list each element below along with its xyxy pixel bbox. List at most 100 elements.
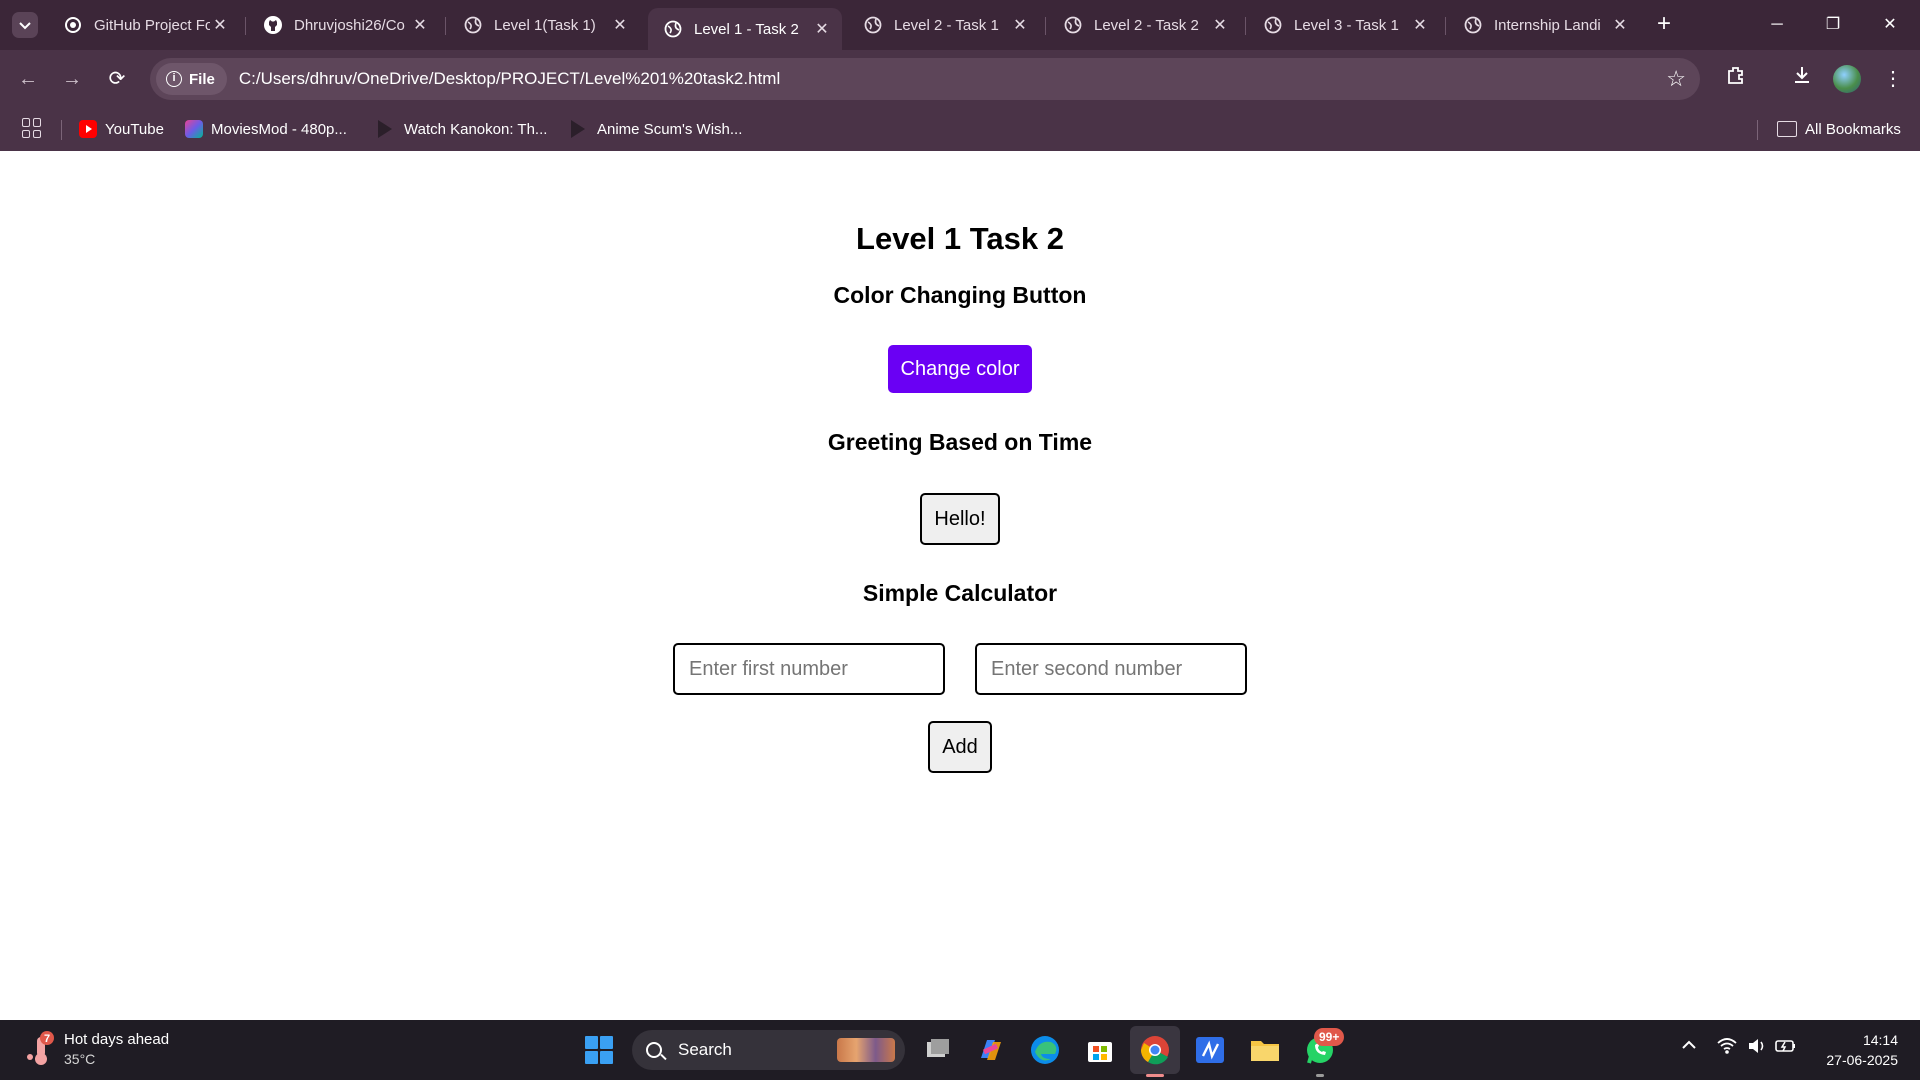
store-icon[interactable]: [1082, 1032, 1118, 1068]
extensions-icon[interactable]: [1721, 64, 1751, 94]
close-icon[interactable]: ✕: [210, 15, 230, 35]
bookmark-label: MoviesMod - 480p...: [211, 120, 347, 138]
info-icon: i: [166, 71, 182, 87]
reload-icon[interactable]: ⟳: [103, 65, 131, 93]
globe-icon: [1464, 16, 1482, 34]
hello-button[interactable]: Hello!: [920, 493, 1000, 545]
search-highlight-image: [837, 1038, 895, 1062]
tab-strip: GitHub Project Fo ✕ Dhruvjoshi26/Co ✕ Le…: [0, 0, 1920, 50]
windows-start-icon[interactable]: [585, 1036, 613, 1064]
bookmark-moviesmod[interactable]: MoviesMod - 480p...: [185, 116, 347, 142]
close-icon[interactable]: ✕: [410, 15, 430, 35]
tab-divider: [445, 17, 446, 35]
bookmark-label: Anime Scum's Wish...: [597, 120, 743, 138]
clock-time: 14:14: [1862, 1032, 1898, 1048]
chevron-up-icon[interactable]: [1680, 1036, 1698, 1059]
more-menu-icon[interactable]: ⋮: [1878, 64, 1908, 94]
close-icon[interactable]: ✕: [1210, 15, 1230, 35]
weather-alert-count: 7: [44, 1033, 50, 1045]
restore-icon[interactable]: ❐: [1818, 10, 1848, 40]
url-text[interactable]: C:/Users/dhruv/OneDrive/Desktop/PROJECT/…: [239, 69, 780, 89]
forward-arrow-icon[interactable]: →: [58, 65, 86, 93]
weather-thermometer-icon[interactable]: 7: [26, 1031, 54, 1067]
visual-studio-icon[interactable]: [1192, 1032, 1228, 1068]
close-icon[interactable]: ✕: [1610, 15, 1630, 35]
tab-internship-landing[interactable]: Internship Landi ✕: [1448, 8, 1640, 42]
minimize-icon[interactable]: ─: [1762, 10, 1792, 40]
tab-level1-task2[interactable]: Level 1 - Task 2 ✕: [648, 8, 842, 50]
tab-search-button[interactable]: [12, 12, 38, 38]
tab-level2-task2[interactable]: Level 2 - Task 2 ✕: [1048, 8, 1240, 42]
browser-chrome: GitHub Project Fo ✕ Dhruvjoshi26/Co ✕ Le…: [0, 0, 1920, 151]
battery-charging-icon[interactable]: [1774, 1036, 1798, 1061]
tab-title: GitHub Project Fo: [94, 16, 210, 34]
scheme-label: File: [189, 70, 215, 88]
bookmark-star-icon[interactable]: ☆: [1666, 66, 1686, 92]
search-label: Search: [678, 1040, 732, 1059]
task-view-icon[interactable]: [920, 1032, 956, 1068]
tab-title: Level 2 - Task 2: [1094, 16, 1199, 34]
tab-level2-task1[interactable]: Level 2 - Task 1 ✕: [848, 8, 1040, 42]
folder-icon: [1777, 121, 1797, 137]
first-number-input[interactable]: [673, 643, 945, 695]
youtube-icon: [79, 120, 97, 138]
copilot-icon[interactable]: [973, 1032, 1009, 1068]
new-tab-button[interactable]: +: [1652, 12, 1676, 38]
browser-toolbar: ← → ⟳ i File C:/Users/dhruv/OneDrive/Des…: [0, 50, 1920, 108]
close-icon[interactable]: ✕: [812, 19, 832, 39]
taskbar-search-box[interactable]: Search: [632, 1030, 905, 1070]
all-bookmarks-label: All Bookmarks: [1805, 120, 1901, 138]
bookmarks-bar: YouTube MoviesMod - 480p... Watch Kanoko…: [0, 108, 1920, 151]
system-clock[interactable]: 14:14 27-06-2025: [1826, 1030, 1898, 1070]
clock-date: 27-06-2025: [1826, 1052, 1898, 1068]
close-window-icon[interactable]: ✕: [1875, 10, 1905, 40]
tab-divider: [1045, 17, 1046, 35]
moviesmod-icon: [185, 120, 203, 138]
chrome-running-indicator: [1146, 1074, 1164, 1077]
file-explorer-icon[interactable]: [1247, 1032, 1283, 1068]
second-number-input[interactable]: [975, 643, 1247, 695]
close-icon[interactable]: ✕: [1010, 15, 1030, 35]
bookmark-divider: [61, 120, 62, 140]
add-button[interactable]: Add: [928, 721, 992, 773]
tab-github-project[interactable]: GitHub Project Fo ✕: [48, 8, 240, 42]
tab-title: Dhruvjoshi26/Co: [294, 16, 405, 34]
weather-temperature[interactable]: 35°C: [64, 1051, 95, 1067]
globe-icon: [464, 16, 482, 34]
tab-level3-task1[interactable]: Level 3 - Task 1 ✕: [1248, 8, 1440, 42]
site-info-chip[interactable]: i File: [156, 63, 227, 95]
address-bar[interactable]: i File C:/Users/dhruv/OneDrive/Desktop/P…: [150, 58, 1700, 100]
edge-icon[interactable]: [1027, 1032, 1063, 1068]
chevron-down-icon: [19, 22, 31, 30]
chrome-icon[interactable]: [1130, 1026, 1180, 1074]
whatsapp-badge: 99+: [1314, 1028, 1345, 1046]
github-icon: [264, 16, 282, 34]
windows-taskbar: 7 Hot days ahead 35°C Search 99+ 14:14 2…: [0, 1020, 1920, 1080]
bookmark-kanokon[interactable]: Watch Kanokon: Th...: [378, 116, 547, 142]
globe-icon: [1264, 16, 1282, 34]
volume-icon[interactable]: [1746, 1036, 1768, 1061]
back-arrow-icon[interactable]: ←: [14, 65, 42, 93]
tab-title: Level 2 - Task 1: [894, 16, 999, 34]
globe-icon: [664, 20, 682, 38]
bookmark-divider: [1757, 120, 1758, 140]
all-bookmarks-button[interactable]: All Bookmarks: [1777, 116, 1901, 142]
weather-title[interactable]: Hot days ahead: [64, 1031, 169, 1048]
download-icon[interactable]: [1787, 64, 1817, 94]
whatsapp-running-indicator: [1316, 1074, 1324, 1077]
tab-level1-task1[interactable]: Level 1(Task 1) ✕: [448, 8, 640, 42]
color-section-heading: Color Changing Button: [833, 282, 1087, 308]
close-icon[interactable]: ✕: [610, 15, 630, 35]
globe-icon: [1064, 16, 1082, 34]
wifi-icon[interactable]: [1716, 1036, 1738, 1061]
tab-divider: [1445, 17, 1446, 35]
bookmark-anime-scum[interactable]: Anime Scum's Wish...: [571, 116, 742, 142]
tab-github-repo[interactable]: Dhruvjoshi26/Co ✕: [248, 8, 440, 42]
change-color-button[interactable]: Change color: [888, 345, 1032, 393]
close-icon[interactable]: ✕: [1410, 15, 1430, 35]
calculator-section-heading: Simple Calculator: [862, 580, 1058, 606]
profile-avatar[interactable]: [1833, 65, 1861, 93]
globe-icon: [864, 16, 882, 34]
bookmark-youtube[interactable]: YouTube: [79, 116, 164, 142]
apps-grid-icon[interactable]: [22, 118, 42, 138]
